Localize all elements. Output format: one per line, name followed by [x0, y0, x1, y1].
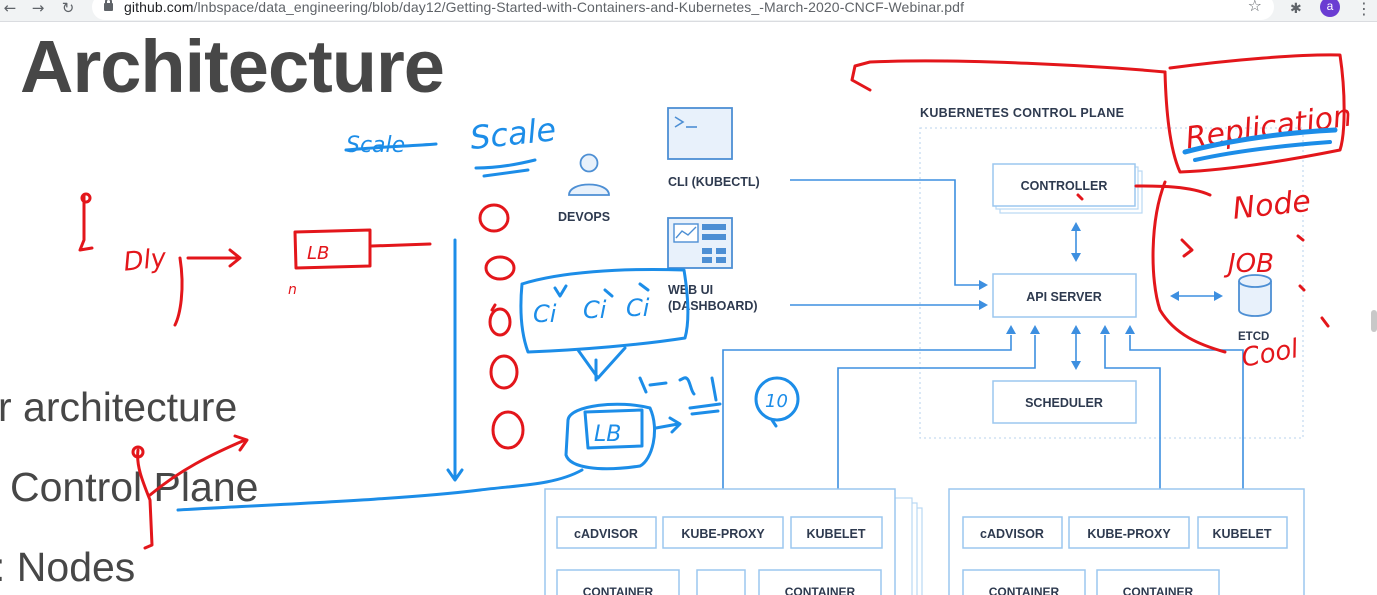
extensions-puzzle-icon[interactable]: ✱: [1290, 1, 1302, 17]
node2-kubelet-label: KUBELET: [1212, 527, 1271, 541]
n-annotation: n: [288, 282, 297, 298]
job-annotation: JOB: [1223, 249, 1274, 279]
forward-icon[interactable]: →: [28, 0, 48, 18]
node1-cadvisor-label: cADVISOR: [574, 527, 638, 541]
bookmark-star-icon[interactable]: ☆: [1248, 0, 1262, 15]
address-bar[interactable]: github.com/lnbspace/data_engineering/blo…: [92, 0, 1274, 20]
url-path: /lnbspace/data_engineering/blob/day12/Ge…: [193, 0, 965, 15]
browser-toolbar: ← → ↻ github.com/lnbspace/data_engineeri…: [0, 0, 1377, 22]
api-to-node2-kubelet: [1129, 335, 1244, 497]
lock-icon: [104, 0, 113, 11]
controller-label: CONTROLLER: [1021, 179, 1108, 193]
node1-container-box-2: [696, 569, 746, 595]
etcd-database-icon: [1238, 274, 1272, 317]
api-server-label: API SERVER: [1026, 290, 1102, 304]
scheduler-label: SCHEDULER: [1025, 396, 1103, 410]
ci-annotation-2: Ci: [583, 296, 607, 324]
dashboard-icon: [667, 217, 733, 269]
webui-dashboard-label: (DASHBOARD): [668, 299, 758, 313]
control-plane-label: KUBERNETES CONTROL PLANE: [920, 106, 1124, 120]
ci-annotation-3: Ci: [626, 294, 650, 322]
node2-kubeproxy-label: KUBE-PROXY: [1087, 527, 1171, 541]
node1-container-label-1: CONTAINER: [583, 585, 654, 595]
reload-icon[interactable]: ↻: [58, 0, 78, 18]
small-lb-annotation: LB: [307, 243, 329, 264]
node2-container-label-2: CONTAINER: [1123, 585, 1194, 595]
profile-avatar[interactable]: a: [1320, 0, 1340, 17]
cli-to-api-line: [790, 179, 982, 286]
ci-annotation-1: Ci: [533, 300, 557, 328]
ten-annotation: 10: [765, 391, 788, 412]
scrollbar-thumb[interactable]: [1371, 310, 1377, 332]
lb-annotation: LB: [594, 422, 621, 447]
kubernetes-architecture-diagram: KUBERNETES CONTROL PLANE DEVOPS CLI (KUB…: [78, 53, 1354, 595]
cli-label: CLI (KUBECTL): [668, 175, 760, 189]
dly-annotation: Dly: [122, 243, 168, 277]
node1-kubeproxy-label: KUBE-PROXY: [681, 527, 765, 541]
scale-annotation: Scale: [468, 110, 558, 157]
back-icon[interactable]: ←: [0, 0, 20, 18]
browser-menu-icon[interactable]: ⋮: [1356, 0, 1372, 18]
terminal-icon: [667, 107, 733, 160]
node-annotation: Node: [1231, 184, 1313, 227]
webui-label: WEB UI: [668, 283, 713, 297]
devops-person-icon: [568, 153, 610, 196]
url-text[interactable]: github.com/lnbspace/data_engineering/blo…: [124, 0, 964, 15]
devops-label: DEVOPS: [558, 210, 610, 224]
node2-cadvisor-label: cADVISOR: [980, 527, 1044, 541]
node2-container-label-1: CONTAINER: [989, 585, 1060, 595]
node1-container-label-3: CONTAINER: [785, 585, 856, 595]
url-host: github.com: [124, 0, 194, 15]
node1-kubelet-label: KUBELET: [806, 527, 865, 541]
